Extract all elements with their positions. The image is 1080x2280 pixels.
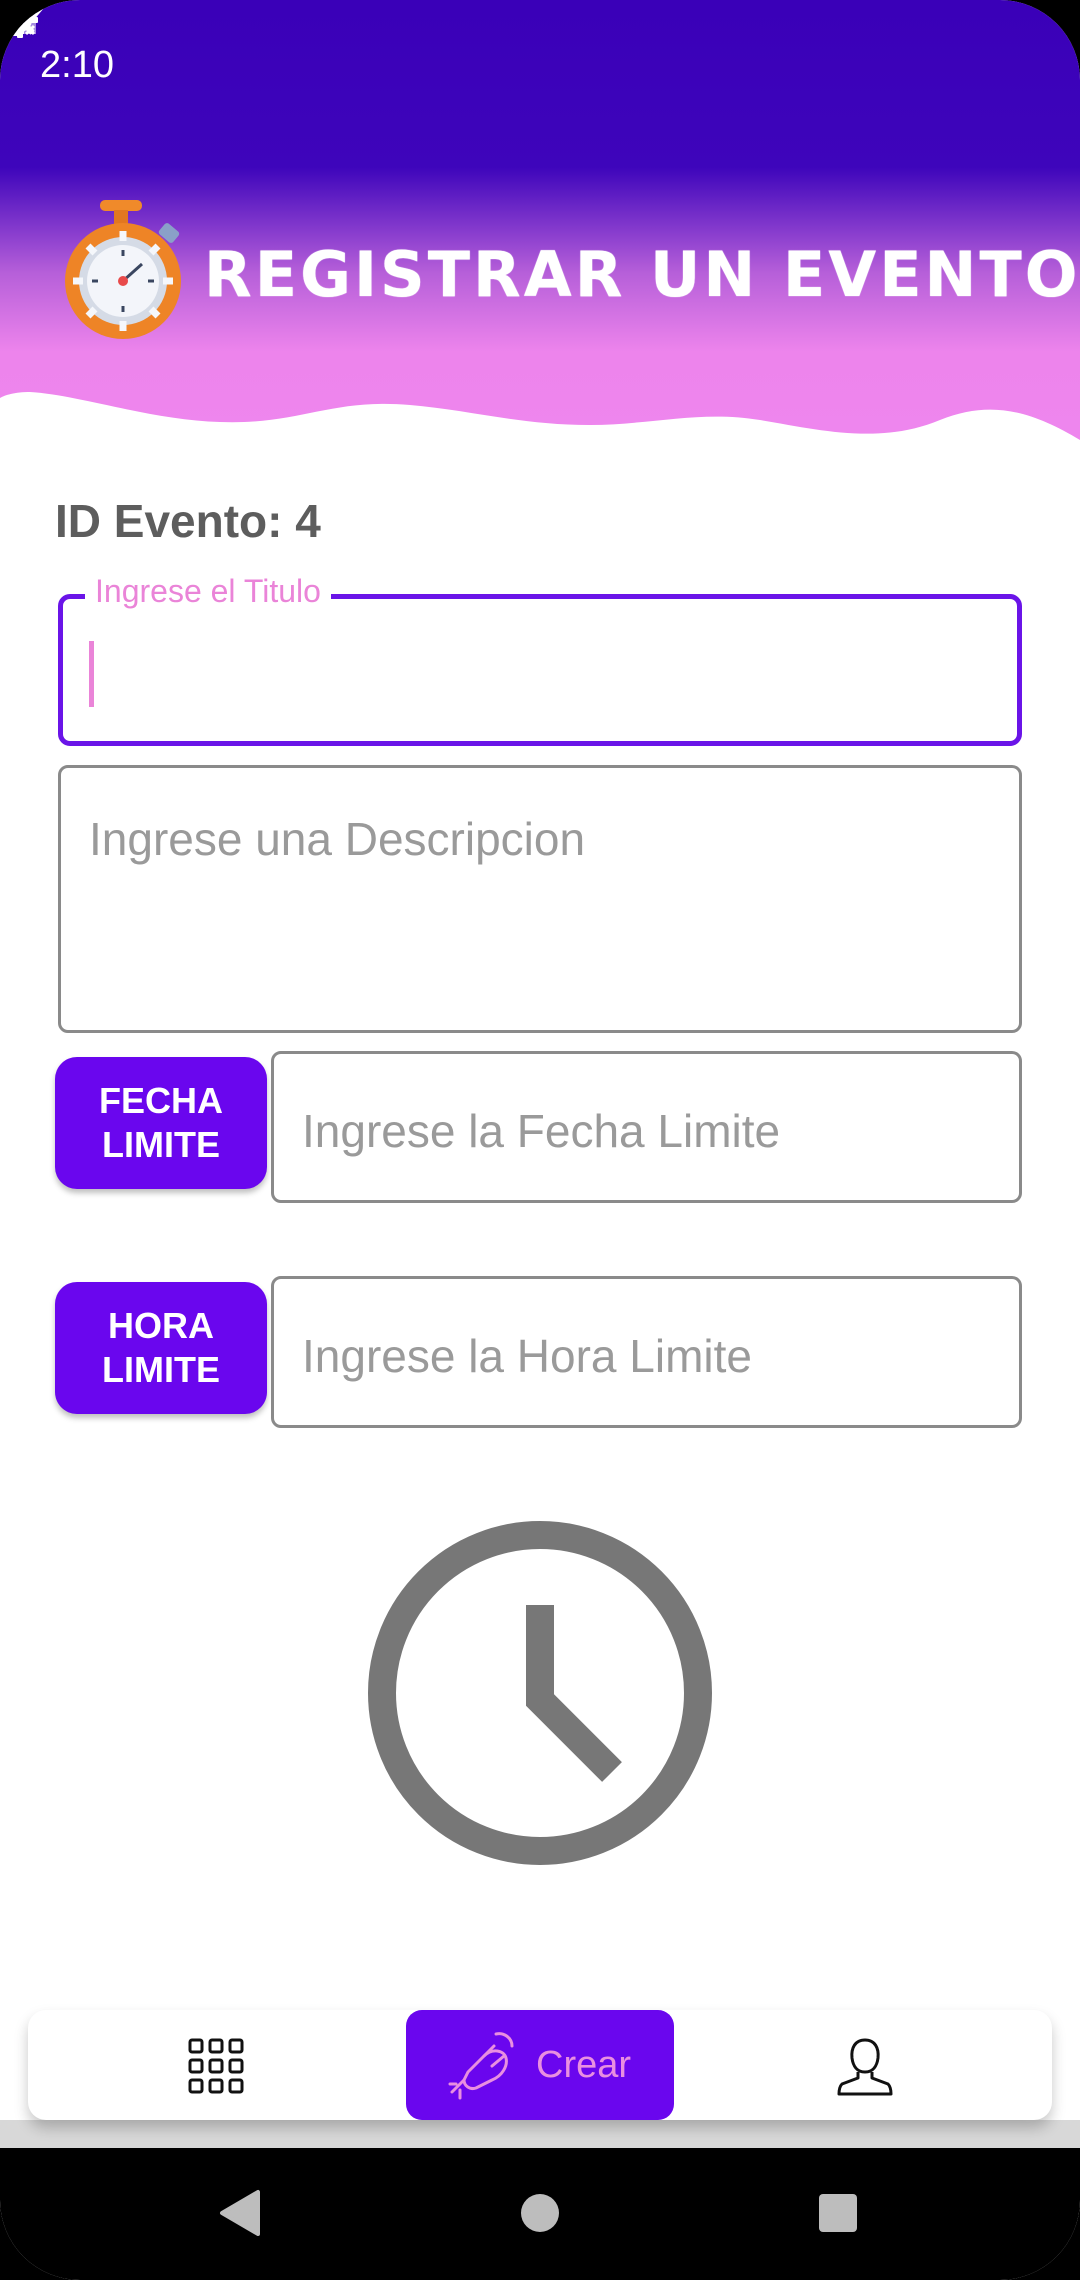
hora-button-line2: LIMITE [102, 1349, 220, 1390]
event-id-label: ID Evento: 4 [55, 495, 321, 547]
title-input-label: Ingrese el Titulo [85, 573, 331, 610]
clock-icon [368, 1521, 712, 1865]
plug-icon [448, 2032, 514, 2100]
fecha-button-line2: LIMITE [102, 1124, 220, 1165]
bottom-navigation: Crear [28, 2010, 1052, 2120]
fecha-limite-input[interactable]: Ingrese la Fecha Limite [271, 1051, 1022, 1203]
fecha-button-line1: FECHA [99, 1080, 223, 1121]
app-screen: 2:10 REGISTRAR UN EVENTO ID Evento: 4 In… [0, 0, 1080, 2280]
profile-icon[interactable] [836, 2036, 894, 2096]
page-title: REGISTRAR UN EVENTO [204, 238, 1080, 311]
fecha-limite-button[interactable]: FECHA LIMITE [55, 1057, 267, 1189]
recents-icon[interactable] [817, 2192, 859, 2234]
system-navigation-bar [0, 2148, 1080, 2280]
header: 2:10 REGISTRAR UN EVENTO [0, 0, 1080, 460]
battery-icon [0, 0, 22, 36]
back-icon[interactable] [218, 2188, 262, 2238]
hora-limite-input[interactable]: Ingrese la Hora Limite [271, 1276, 1022, 1428]
nav-create-label: Crear [536, 2044, 632, 2086]
grid-icon[interactable] [188, 2038, 244, 2094]
description-input[interactable]: Ingrese una Descripcion [58, 765, 1022, 1033]
description-placeholder: Ingrese una Descripcion [89, 813, 586, 865]
title-row: REGISTRAR UN EVENTO [62, 196, 1077, 341]
text-cursor [89, 641, 94, 707]
fecha-placeholder: Ingrese la Fecha Limite [302, 1105, 781, 1157]
nav-shadow [0, 2120, 1080, 2150]
nav-create-button[interactable]: Crear [406, 2010, 674, 2120]
hora-button-line1: HORA [107, 1305, 214, 1346]
hora-placeholder: Ingrese la Hora Limite [302, 1330, 752, 1382]
title-input[interactable]: Ingrese el Titulo [58, 573, 1022, 746]
stopwatch-icon [65, 200, 181, 339]
status-bar: 2:10 [0, 0, 1080, 130]
status-time: 2:10 [40, 44, 114, 86]
home-icon[interactable] [519, 2192, 561, 2234]
hora-limite-button[interactable]: HORA LIMITE [55, 1282, 267, 1414]
